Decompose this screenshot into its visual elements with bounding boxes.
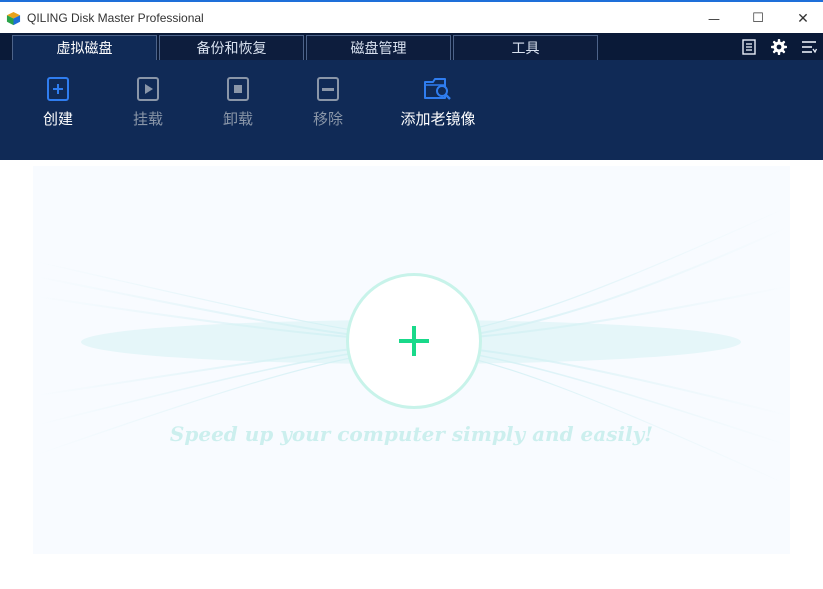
remove-label: 移除 [312,110,343,128]
title-bar: QILING Disk Master Professional — ☐ ✕ [0,0,823,33]
tab-backup-restore[interactable]: 备份和恢复 [159,35,304,60]
remove-button[interactable]: 移除 [293,76,363,129]
slogan-text: Speed up your computer simply and easily… [169,422,654,446]
minimize-icon: — [708,11,720,26]
toolbar: 创建 挂载 卸载 移除 添加老镜像 [0,60,823,160]
mount-play-icon [137,77,159,101]
maximize-icon: ☐ [752,11,764,26]
unmount-label: 卸载 [222,110,253,128]
gear-icon[interactable] [770,38,788,56]
add-virtual-disk-button[interactable] [346,273,482,409]
remove-minus-icon [317,77,339,101]
add-old-image-label: 添加老镜像 [400,110,476,128]
window-title: QILING Disk Master Professional [27,11,204,25]
plus-icon [399,326,429,356]
tab-disk-management[interactable]: 磁盘管理 [306,35,451,60]
maximize-button[interactable]: ☐ [735,4,781,33]
unmount-stop-icon [227,77,249,101]
mount-button[interactable]: 挂载 [113,76,183,129]
menu-icon[interactable] [800,38,818,56]
notes-icon[interactable] [740,38,758,56]
tab-tools[interactable]: 工具 [453,35,598,60]
add-old-image-button[interactable]: 添加老镜像 [392,76,484,129]
minimize-button[interactable]: — [691,4,737,33]
tab-virtual-disk[interactable]: 虚拟磁盘 [12,35,157,60]
create-plus-icon [47,77,69,101]
close-button[interactable]: ✕ [780,4,823,33]
close-icon: ✕ [797,10,809,27]
create-label: 创建 [42,110,73,128]
main-content: Speed up your computer simply and easily… [33,166,790,554]
mount-label: 挂载 [132,110,163,128]
unmount-button[interactable]: 卸载 [203,76,273,129]
tab-bar: 虚拟磁盘 备份和恢复 磁盘管理 工具 [0,33,823,60]
create-button[interactable]: 创建 [23,76,93,129]
app-logo-icon [6,11,21,26]
folder-search-icon [424,78,451,100]
